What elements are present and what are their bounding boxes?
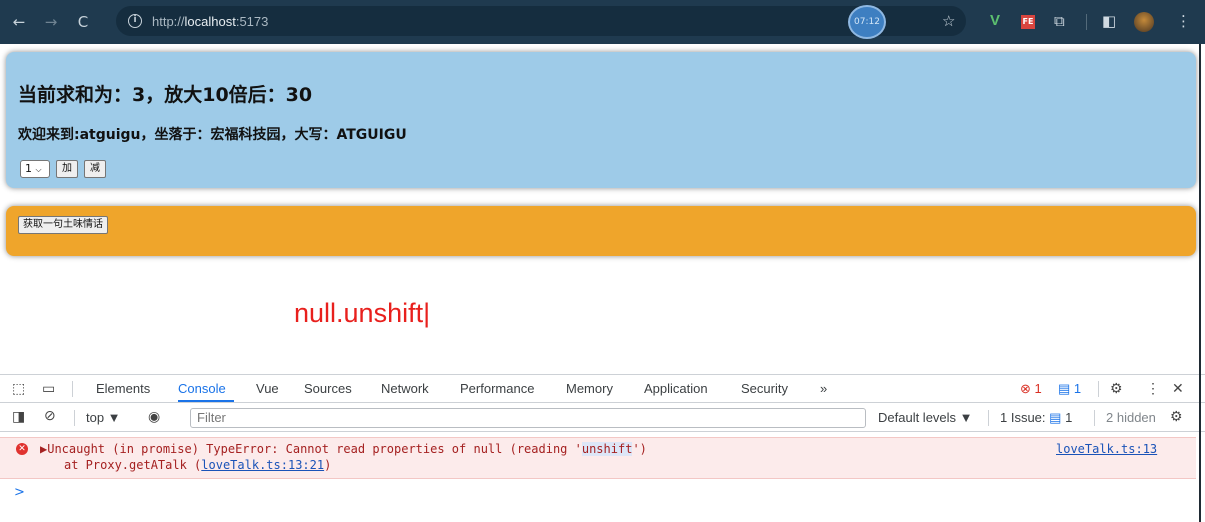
error-count-badge[interactable]: ⊗ 1 [1020,381,1042,397]
stack-source-link[interactable]: loveTalk.ts:13:21 [201,458,324,472]
devtools-tab-bar: ⬚ ▭ Elements Console Vue Sources Network… [0,375,1205,403]
tab-security[interactable]: Security [741,381,788,396]
subtract-button[interactable]: 减 [84,160,106,178]
tab-memory[interactable]: Memory [566,381,613,396]
tab-elements[interactable]: Elements [96,381,150,396]
tab-divider [72,381,73,397]
menu-kebab-icon[interactable]: ⋮ [1176,12,1191,30]
tab-application[interactable]: Application [644,381,708,396]
console-error-message[interactable]: ✕ ▶Uncaught (in promise) TypeError: Cann… [0,437,1196,479]
toolbar-divider [74,410,75,426]
message-icon: ▤ [1058,381,1071,396]
timer-badge[interactable]: 07:12 [848,5,886,39]
error-message-text[interactable]: ▶Uncaught (in promise) TypeError: Cannot… [40,442,647,456]
fe-extension-icon[interactable]: FE [1021,15,1035,29]
tab-vue[interactable]: Vue [256,381,279,396]
vue-extension-icon[interactable]: V [990,12,1000,29]
add-button[interactable]: 加 [56,160,78,178]
welcome-text: 欢迎来到:atguigu，坐落于：宏福科技园，大写：ATGUIGU [18,127,407,143]
tab-console[interactable]: Console [178,381,226,396]
message-icon: ▤ [1049,410,1062,425]
count-card: 当前求和为：3，放大10倍后：30 欢迎来到:atguigu，坐落于：宏福科技园… [6,52,1196,188]
error-stack-line: at Proxy.getATalk (loveTalk.ts:13:21) [64,458,332,472]
message-count-badge[interactable]: ▤ 1 [1058,381,1081,397]
issues-link[interactable]: 1 Issue: ▤ 1 [1000,410,1072,426]
tab-performance[interactable]: Performance [460,381,534,396]
device-toggle-icon[interactable]: ▭ [42,380,55,397]
chevron-down-icon: ⌵ [35,165,42,174]
toolbar-divider [988,410,989,426]
window-edge [1199,44,1201,522]
console-prompt-icon[interactable]: > [14,485,25,500]
live-expression-eye-icon[interactable]: ◉ [148,408,160,425]
step-select[interactable]: 1 ⌵ [20,160,50,178]
devtools-panel: ⬚ ▭ Elements Console Vue Sources Network… [0,374,1205,522]
sum-title: 当前求和为：3，放大10倍后：30 [18,84,313,106]
more-tabs-button[interactable]: » [820,381,827,396]
tab-divider [1098,381,1099,397]
bookmark-star-icon[interactable]: ☆ [942,12,955,30]
console-filter-input[interactable]: Filter [190,408,866,428]
toolbar-divider [1094,410,1095,426]
extensions-puzzle-icon[interactable]: ⧉ [1054,12,1065,30]
back-icon[interactable]: ← [6,13,32,31]
browser-toolbar: ← → C i http://localhost:5173 07:12 ☆ V … [0,0,1205,44]
clear-console-icon[interactable]: ⊘ [44,407,56,424]
devtools-menu-icon[interactable]: ⋮ [1146,380,1160,397]
console-settings-gear-icon[interactable]: ⚙ [1170,408,1183,425]
error-icon: ✕ [16,443,28,455]
address-bar[interactable]: i http://localhost:5173 [116,6,966,36]
console-toolbar: ◨ ⊘ top ▼ ◉ Filter Default levels ▼ 1 Is… [0,404,1205,432]
profile-avatar[interactable] [1134,12,1154,32]
hidden-count: 2 hidden [1106,410,1156,425]
inspect-element-icon[interactable]: ⬚ [12,380,25,397]
url-text[interactable]: http://localhost:5173 [152,14,268,29]
error-circle-icon: ⊗ [1020,381,1031,396]
error-output-text: null.unshift| [294,298,431,328]
log-levels-dropdown[interactable]: Default levels ▼ [878,410,973,425]
toolbar-divider [1086,14,1087,30]
error-source-link[interactable]: loveTalk.ts:13 [1056,442,1157,456]
get-love-talk-button[interactable]: 获取一句土味情话 [18,216,108,234]
tab-sources[interactable]: Sources [304,381,352,396]
tab-network[interactable]: Network [381,381,429,396]
info-icon[interactable]: i [128,14,142,28]
close-devtools-icon[interactable]: ✕ [1172,380,1184,397]
step-select-value: 1 [25,162,32,175]
forward-icon[interactable]: → [38,13,64,31]
love-talk-card: 获取一句土味情话 [6,206,1196,256]
side-panel-icon[interactable]: ◧ [1102,12,1116,30]
page-content: 当前求和为：3，放大10倍后：30 欢迎来到:atguigu，坐落于：宏福科技园… [0,44,1205,374]
context-selector[interactable]: top ▼ [86,410,121,425]
reload-icon[interactable]: C [70,13,96,31]
count-controls: 1 ⌵ 加 减 [20,160,106,178]
settings-gear-icon[interactable]: ⚙ [1110,380,1123,397]
sidebar-toggle-icon[interactable]: ◨ [12,408,25,425]
active-tab-indicator [178,400,234,402]
